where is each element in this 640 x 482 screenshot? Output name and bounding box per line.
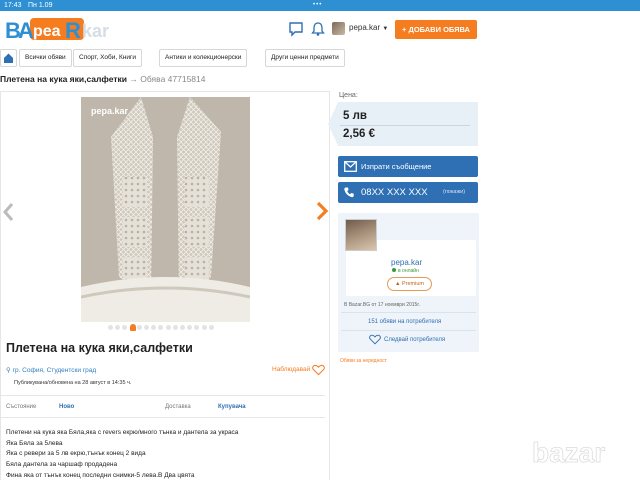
follow-user-link[interactable]: Следвай потребителя <box>384 337 445 343</box>
pagination-dot[interactable] <box>136 325 142 330</box>
pagination-dot[interactable] <box>194 325 200 330</box>
category-sport-hobby-books[interactable]: Спорт, Хоби, Книги <box>73 49 143 67</box>
pagination-dot[interactable] <box>172 325 178 330</box>
show-phone-button[interactable]: 08XX XXX XXX (покажи) <box>338 182 478 203</box>
pagination-dot[interactable] <box>165 325 171 330</box>
ad-photo[interactable]: pepa.kar <box>81 97 250 322</box>
page-title-text: Плетена на кука яки,салфетки <box>0 74 128 84</box>
prev-photo-arrow-icon[interactable] <box>2 202 14 222</box>
pagination-dot[interactable] <box>151 325 157 330</box>
description-line: Бяла дантела за чаршаф продадена <box>6 461 118 469</box>
watch-button[interactable]: Наблюдавай <box>272 366 310 373</box>
next-photo-arrow-icon[interactable] <box>315 200 329 222</box>
condition-label: Състояние <box>6 404 37 410</box>
site-header: B A реа R kar pepa.kar ▼ + ДОБАВИ ОБЯВА <box>0 11 640 47</box>
category-other-valuables[interactable]: Други ценни предмети <box>265 49 345 67</box>
ad-number: Обява 47715814 <box>140 74 206 84</box>
phone-number: 08XX XXX XXX <box>361 187 428 198</box>
pagination-dot[interactable] <box>201 325 207 330</box>
price-eur: 2,56 € <box>343 128 375 140</box>
ad-description: Плетени на кука яка Бяла,яка с revers ек… <box>6 428 238 482</box>
price-divider <box>340 125 470 126</box>
online-status: в онлайн <box>392 268 419 274</box>
category-antiques[interactable]: Антики и колекционерски <box>159 49 248 67</box>
premium-badge: ▲ Premium <box>387 277 432 291</box>
pagination-dot[interactable] <box>115 325 121 330</box>
home-button[interactable] <box>0 49 17 67</box>
category-all-ads[interactable]: Всички обяви <box>19 49 72 67</box>
report-link[interactable]: Обяви за нередност <box>340 358 387 364</box>
svg-text:R: R <box>65 18 81 43</box>
pagination-dot[interactable] <box>158 325 164 330</box>
premium-icon: ▲ <box>395 281 401 287</box>
description-line: Яка с ревери за 5 лв екрю,тънък конец 2 … <box>6 450 146 458</box>
bazar-logo[interactable]: B A реа R kar <box>3 13 123 45</box>
heart-icon[interactable] <box>312 364 325 376</box>
svg-text:bazar: bazar <box>532 437 605 468</box>
phone-icon <box>344 187 354 198</box>
svg-text:kar: kar <box>82 21 109 41</box>
description-line: Яка Бяла за 5лева <box>6 439 63 447</box>
condition-value: Ново <box>59 404 75 410</box>
description-line: Плетени на кука яка Бяла,яка с revers ек… <box>6 429 239 436</box>
status-date: Пн 1.09 <box>28 2 53 9</box>
user-avatar[interactable] <box>332 22 345 35</box>
send-message-label: Изпрати съобщение <box>361 162 432 171</box>
delivery-label: Доставка <box>165 404 191 410</box>
pagination-dot[interactable] <box>180 325 185 330</box>
online-dot-icon <box>392 268 396 272</box>
premium-label: Premium <box>401 281 424 287</box>
svg-text:реа: реа <box>33 23 61 40</box>
envelope-icon <box>344 161 357 172</box>
category-breadcrumb: Всички обяви Спорт, Хоби, Книги Антики и… <box>0 49 350 68</box>
location-pin-icon: ⚲ <box>6 367 11 374</box>
ad-title: Плетена на кука яки,салфетки <box>6 341 193 355</box>
bell-icon[interactable] <box>310 21 326 37</box>
user-ads-link[interactable]: 151 обяви на потребителя <box>368 319 441 325</box>
pagination-dot[interactable] <box>208 325 214 330</box>
ad-details-panel: pepa.kar Плетена на кука яки,салфетки ⚲ … <box>0 91 330 480</box>
price-lv: 5 лв <box>343 110 367 122</box>
caret-down-icon: ▼ <box>382 26 389 32</box>
status-dots: ••• <box>313 2 323 8</box>
pagination-dot[interactable] <box>144 325 149 330</box>
pagination-dot[interactable] <box>129 324 136 331</box>
divider <box>341 312 476 313</box>
add-listing-button[interactable]: + ДОБАВИ ОБЯВА <box>395 20 477 39</box>
seller-name[interactable]: pepa.kar <box>391 258 422 267</box>
location-text: гр. София, Студентски град <box>12 367 97 374</box>
page-title: Плетена на кука яки,салфетки → Обява 477… <box>0 74 206 84</box>
bazar-watermark-logo: bazar <box>532 437 606 469</box>
delivery-value: Купувача <box>218 404 246 410</box>
svg-text:A: A <box>18 18 34 43</box>
divider <box>341 330 476 331</box>
crochet-collar-image <box>81 97 250 322</box>
price-label: Цена: <box>339 92 358 99</box>
follow-heart-icon[interactable] <box>369 334 381 345</box>
status-bar: 17:43 Пн 1.09 ••• <box>0 0 640 11</box>
member-since: В Bazar.BG от 17 ноември 2015г. <box>344 302 420 308</box>
pagination-dot[interactable] <box>187 325 193 330</box>
arrow-icon: → <box>129 74 138 84</box>
seller-avatar[interactable] <box>345 219 377 251</box>
chat-icon[interactable] <box>288 21 304 37</box>
show-phone-label: (покажи) <box>443 189 466 195</box>
pagination-dot[interactable] <box>108 325 113 330</box>
user-menu[interactable]: pepa.kar ▼ <box>349 23 388 32</box>
online-status-text: в онлайн <box>398 268 419 274</box>
location-link[interactable]: ⚲ гр. София, Студентски град <box>6 366 96 374</box>
user-name: pepa.kar <box>349 23 381 32</box>
ad-properties: Състояние Ново Доставка Купувача <box>1 395 325 418</box>
pagination-dot[interactable] <box>122 325 128 330</box>
send-message-button[interactable]: Изпрати съобщение <box>338 156 478 177</box>
published-date: Публикувана/обновена на 28 август в 14:3… <box>14 380 132 386</box>
home-icon <box>4 53 13 63</box>
status-time: 17:43 <box>4 2 22 9</box>
photo-watermark: pepa.kar <box>91 106 129 116</box>
